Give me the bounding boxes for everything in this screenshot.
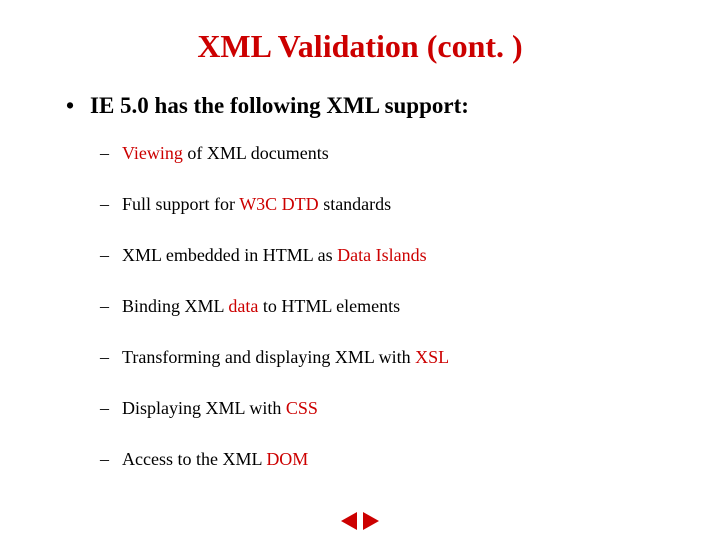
list-item: Access to the XML DOM (122, 449, 660, 470)
list-item: Displaying XML with CSS (122, 398, 660, 419)
list-item-text: to HTML elements (258, 296, 400, 316)
list-item: Binding XML data to HTML elements (122, 296, 660, 317)
list-item-text: Full support for (122, 194, 239, 214)
next-button[interactable] (363, 512, 379, 530)
triangle-right-icon (363, 512, 379, 530)
list-item-text: standards (319, 194, 391, 214)
list-item-text: Binding XML (122, 296, 228, 316)
list-item-highlight: W3C DTD (239, 194, 319, 214)
sub-bullet-list: Viewing of XML documents Full support fo… (122, 143, 660, 470)
list-item-highlight: CSS (286, 398, 318, 418)
list-item-text: Transforming and displaying XML with (122, 347, 415, 367)
list-item-highlight: Data Islands (337, 245, 426, 265)
slide-nav (341, 512, 379, 530)
list-item-highlight: XSL (415, 347, 449, 367)
slide: XML Validation (cont. ) IE 5.0 has the f… (0, 0, 720, 510)
list-item-text: of XML documents (183, 143, 329, 163)
main-bullet: IE 5.0 has the following XML support: (90, 93, 660, 119)
list-item-highlight: Viewing (122, 143, 183, 163)
list-item: Full support for W3C DTD standards (122, 194, 660, 215)
list-item-highlight: data (228, 296, 258, 316)
prev-button[interactable] (341, 512, 357, 530)
slide-title: XML Validation (cont. ) (60, 28, 660, 65)
list-item: Transforming and displaying XML with XSL (122, 347, 660, 368)
list-item-text: Access to the XML (122, 449, 266, 469)
list-item-highlight: DOM (266, 449, 308, 469)
list-item: XML embedded in HTML as Data Islands (122, 245, 660, 266)
list-item-text: Displaying XML with (122, 398, 286, 418)
triangle-left-icon (341, 512, 357, 530)
list-item-text: XML embedded in HTML as (122, 245, 337, 265)
list-item: Viewing of XML documents (122, 143, 660, 164)
